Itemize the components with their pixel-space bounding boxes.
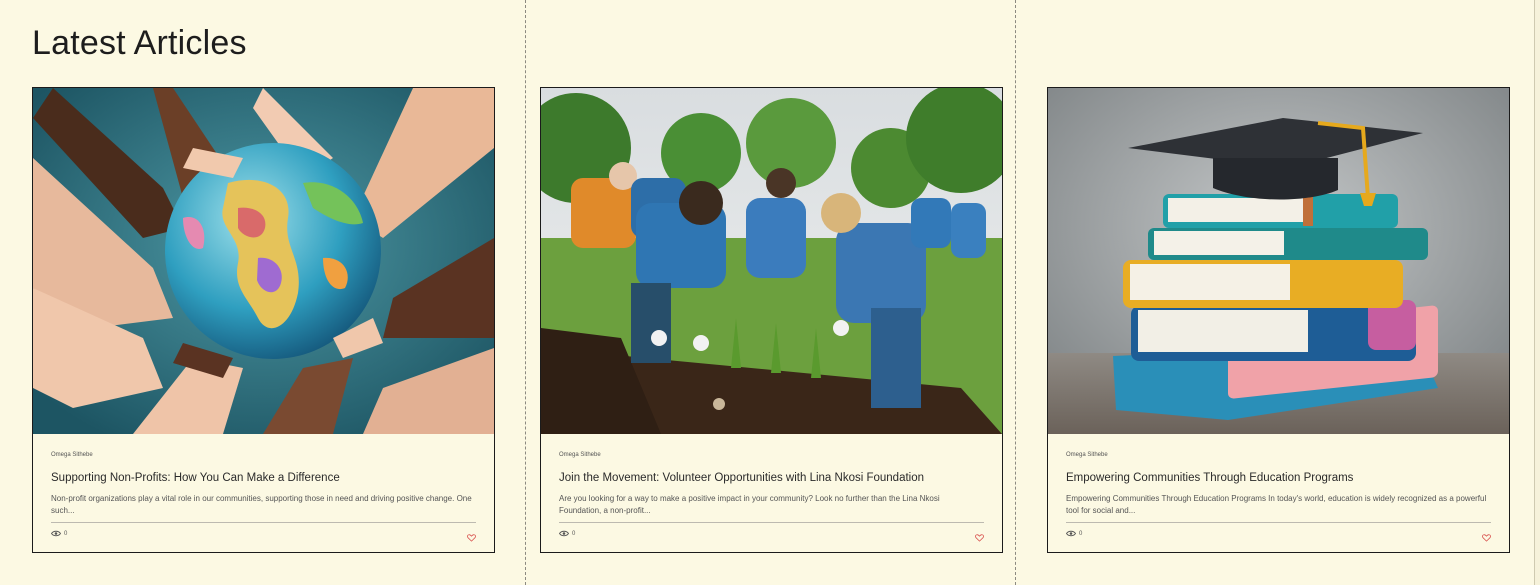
- article-image-books[interactable]: [1048, 88, 1509, 434]
- scroll-edge: [1534, 0, 1540, 585]
- divider: [1066, 522, 1491, 523]
- eye-icon: [1066, 530, 1076, 537]
- article-author[interactable]: Omega Sithebe: [1066, 452, 1491, 458]
- heart-icon: [975, 534, 984, 542]
- heart-icon: [467, 534, 476, 542]
- view-count-value: 0: [1079, 530, 1083, 537]
- like-button[interactable]: [1482, 529, 1491, 547]
- article-excerpt: Empowering Communities Through Education…: [1066, 494, 1487, 515]
- article-author[interactable]: Omega Sithebe: [559, 452, 984, 458]
- view-count: 0: [559, 530, 575, 537]
- article-card[interactable]: Omega Sithebe Supporting Non-Profits: Ho…: [32, 87, 495, 553]
- divider: [51, 522, 476, 523]
- article-card[interactable]: Omega Sithebe Join the Movement: Volunte…: [540, 87, 1003, 553]
- article-image-garden[interactable]: [541, 88, 1002, 434]
- like-button[interactable]: [975, 529, 984, 547]
- articles-section: Latest Articles Omega Sithebe Supporting…: [0, 0, 1540, 585]
- view-count-value: 0: [64, 530, 68, 537]
- heart-icon: [1482, 534, 1491, 542]
- column-divider: [525, 0, 526, 585]
- article-excerpt: Are you looking for a way to make a posi…: [559, 494, 940, 515]
- article-title[interactable]: Empowering Communities Through Education…: [1066, 471, 1491, 485]
- like-button[interactable]: [467, 529, 476, 547]
- article-title[interactable]: Supporting Non-Profits: How You Can Make…: [51, 471, 476, 485]
- view-count: 0: [1066, 530, 1082, 537]
- article-image-globe[interactable]: [33, 88, 494, 434]
- article-card[interactable]: Omega Sithebe Empowering Communities Thr…: [1047, 87, 1510, 553]
- article-author[interactable]: Omega Sithebe: [51, 452, 476, 458]
- eye-icon: [51, 530, 61, 537]
- view-count-value: 0: [572, 530, 576, 537]
- section-title: Latest Articles: [32, 24, 247, 62]
- article-title[interactable]: Join the Movement: Volunteer Opportuniti…: [559, 471, 984, 485]
- divider: [559, 522, 984, 523]
- article-excerpt: Non-profit organizations play a vital ro…: [51, 494, 472, 515]
- column-divider: [1015, 0, 1016, 585]
- eye-icon: [559, 530, 569, 537]
- view-count: 0: [51, 530, 67, 537]
